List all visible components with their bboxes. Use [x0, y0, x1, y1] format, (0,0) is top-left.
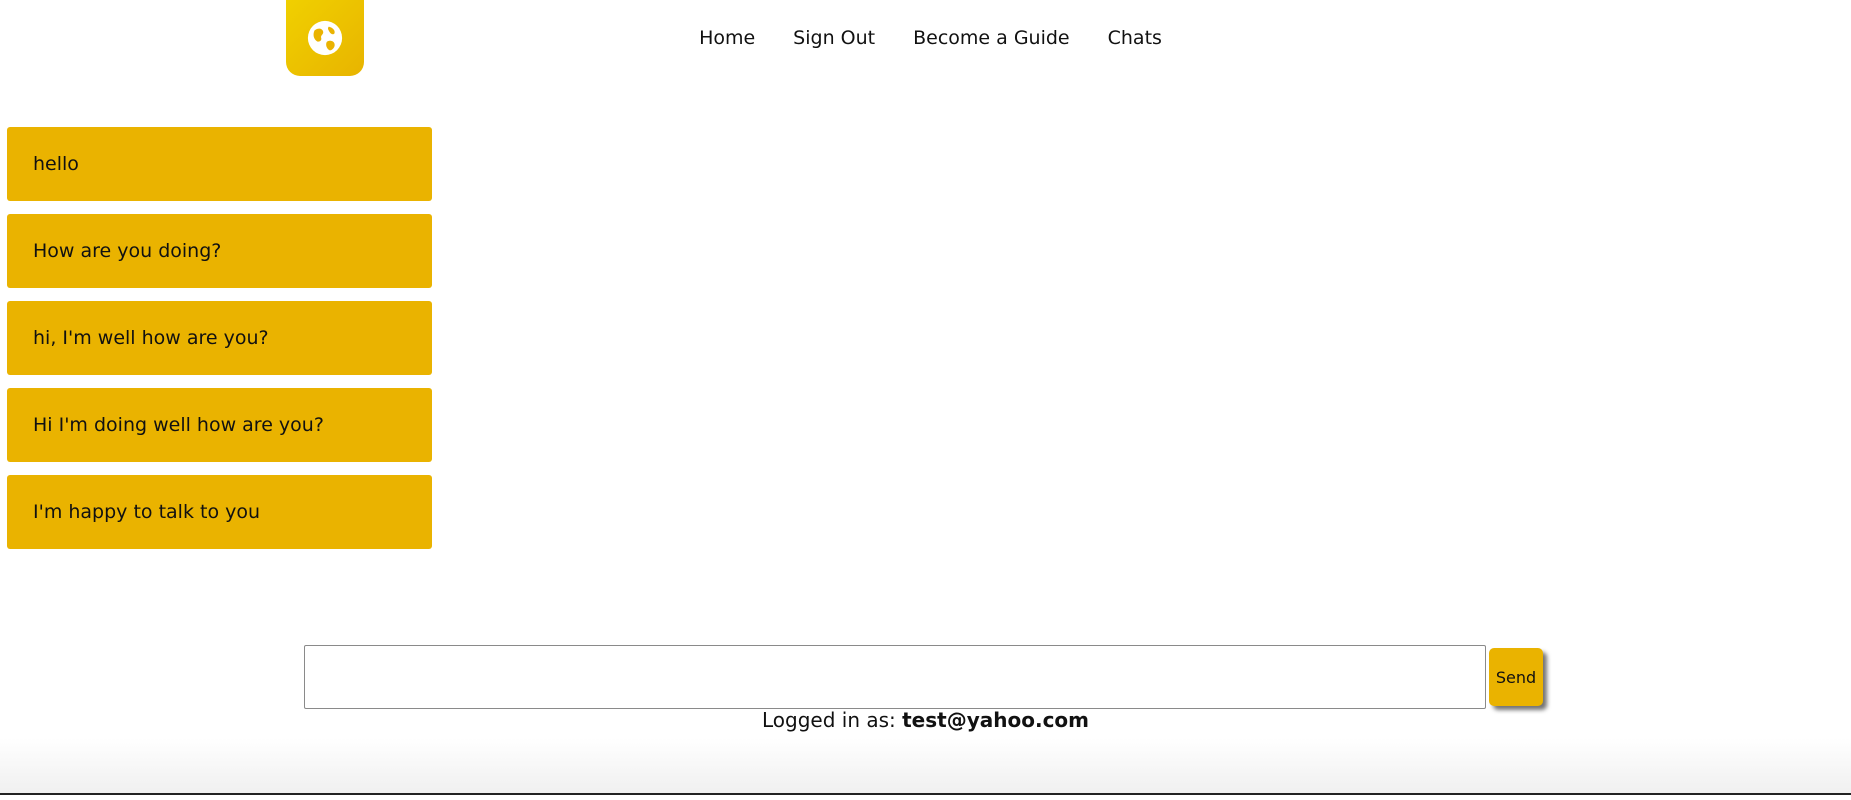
- main-nav: Home Sign Out Become a Guide Chats: [0, 24, 1851, 52]
- nav-become-guide-link[interactable]: Become a Guide: [913, 24, 1070, 52]
- nav-chats-link[interactable]: Chats: [1108, 24, 1162, 52]
- send-button[interactable]: Send: [1489, 648, 1543, 706]
- message-list: hello How are you doing? hi, I'm well ho…: [7, 127, 432, 549]
- message-bubble: hi, I'm well how are you?: [7, 301, 432, 375]
- logged-in-user: test@yahoo.com: [902, 708, 1089, 732]
- login-status: Logged in as: test@yahoo.com: [0, 708, 1851, 732]
- message-bubble: Hi I'm doing well how are you?: [7, 388, 432, 462]
- message-bubble: hello: [7, 127, 432, 201]
- message-bubble: How are you doing?: [7, 214, 432, 288]
- login-status-label: Logged in as:: [761, 708, 903, 732]
- message-input[interactable]: [304, 645, 1486, 709]
- nav-sign-out-link[interactable]: Sign Out: [793, 24, 875, 52]
- chat-page: Home Sign Out Become a Guide Chats hello…: [0, 0, 1851, 800]
- nav-home-link[interactable]: Home: [699, 24, 755, 52]
- footer-band: [0, 738, 1851, 795]
- message-bubble: I'm happy to talk to you: [7, 475, 432, 549]
